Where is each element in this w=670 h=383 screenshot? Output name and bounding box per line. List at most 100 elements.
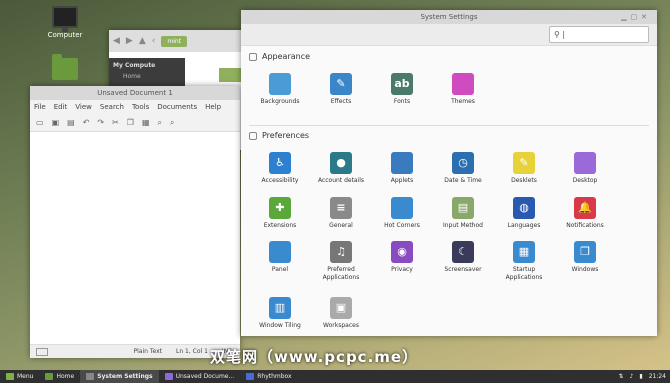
settings-tile-fonts[interactable]: ab Fonts [372,73,432,106]
taskbar-item-rhythmbox[interactable]: Rhythmbox [240,370,297,383]
privacy-icon: ◉ [391,241,413,263]
settings-tile-startup-applications[interactable]: ▦ Startup Applications [494,241,554,282]
volume-icon[interactable]: ♪ [630,373,634,380]
taskbar-item-label: Home [56,373,75,380]
taskbar-item-unsaved-docume[interactable]: Unsaved Docume... [159,370,241,383]
menu-button[interactable]: Menu [0,370,39,383]
settings-tile-label: Workspaces [323,322,359,329]
settings-tile-effects[interactable]: ✎ Effects [311,73,371,106]
settings-tile-account-details[interactable]: ● Account details [311,152,371,185]
settings-tile-workspaces[interactable]: ▣ Workspaces [311,297,371,330]
taskbar-item-system-settings[interactable]: System Settings [80,370,159,383]
menu-file[interactable]: File [34,103,46,111]
settings-tile-desklets[interactable]: ✎ Desklets [494,152,554,185]
toggle-path-icon[interactable]: ‹ [152,36,156,46]
effects-icon: ✎ [330,73,352,95]
settings-tile-label: Preferred Applications [322,266,360,281]
side-panel-toggle-icon[interactable] [36,347,48,356]
desktop-icon-home[interactable] [40,54,90,83]
settings-titlebar[interactable]: System Settings ▁▢✕ [241,10,657,24]
preferred-applications-icon: ♫ [330,241,352,263]
find-icon[interactable]: ⌕ [158,118,162,128]
path-button[interactable]: mint [161,35,188,47]
search-input[interactable]: ⚲ | [549,26,649,43]
maximize-icon[interactable]: ▢ [631,13,642,21]
settings-tile-label: Windows [571,266,599,273]
up-icon[interactable]: ▲ [139,36,146,46]
system-settings-window[interactable]: System Settings ▁▢✕ ⚲ | Appearance Backg… [241,10,657,336]
back-icon[interactable]: ◀ [113,36,120,46]
section-title: Appearance [262,52,311,61]
menu-help[interactable]: Help [205,103,221,111]
settings-tile-applets[interactable]: Applets [372,152,432,185]
save-icon[interactable]: ▤ [67,118,75,127]
settings-tile-label: Languages [507,222,541,229]
app-icon [164,373,173,380]
settings-tile-input-method[interactable]: ▤ Input Method [433,197,493,230]
settings-tile-label: Extensions [263,222,297,229]
editor-titlebar[interactable]: Unsaved Document 1 [30,86,240,100]
settings-tile-languages[interactable]: ◍ Languages [494,197,554,230]
new-document-icon[interactable]: ▭ [36,118,44,127]
settings-tile-screensaver[interactable]: ☾ Screensaver [433,241,493,274]
undo-icon[interactable]: ↶ [83,118,90,127]
section-appearance: Appearance [249,52,310,61]
sidebar-item-home[interactable]: Home [113,73,181,80]
settings-tile-privacy[interactable]: ◉ Privacy [372,241,432,274]
settings-tile-notifications[interactable]: 🔔 Notifications [555,197,615,230]
date-time-icon: ◷ [452,152,474,174]
paste-icon[interactable]: ▦ [142,118,150,127]
forward-icon[interactable]: ▶ [126,36,133,46]
desktop-icon [574,152,596,174]
language-selector[interactable]: Plain Text [134,348,162,355]
settings-tile-label: Privacy [391,266,413,273]
settings-tile-window-tiling[interactable]: ▥ Window Tiling [250,297,310,330]
open-icon[interactable]: ▣ [52,118,60,127]
menu-documents[interactable]: Documents [157,103,197,111]
accessibility-icon: ♿ [269,152,291,174]
menu-tools[interactable]: Tools [132,103,149,111]
copy-icon[interactable]: ❐ [127,118,134,127]
settings-tile-themes[interactable]: Themes [433,73,493,106]
menu-view[interactable]: View [75,103,92,111]
app-icon [45,373,54,380]
minimize-icon[interactable]: ▁ [621,13,630,21]
clock[interactable]: 21:24 [649,373,666,380]
replace-icon[interactable]: ⌕ [170,118,174,128]
settings-tile-label: Applets [390,177,414,184]
close-icon[interactable]: ✕ [641,13,651,21]
menu-edit[interactable]: Edit [54,103,68,111]
settings-tile-label: Input Method [443,222,483,229]
text-editor-window[interactable]: Unsaved Document 1 File Edit View Search… [30,86,240,358]
divider [249,125,649,126]
settings-tile-hot-corners[interactable]: Hot Corners [372,197,432,230]
editor-text-area[interactable] [30,132,240,344]
settings-tile-extensions[interactable]: ✚ Extensions [250,197,310,230]
menu-search[interactable]: Search [100,103,124,111]
settings-tile-backgrounds[interactable]: Backgrounds [250,73,310,106]
app-icon [86,373,95,380]
settings-tile-label: Date & Time [444,177,482,184]
desktop-icon-computer[interactable]: Computer [40,6,90,39]
cursor-position[interactable]: Ln 1, Col 1 [176,348,208,355]
settings-tile-accessibility[interactable]: ♿ Accessibility [250,152,310,185]
settings-tile-label: Window Tiling [259,322,301,329]
settings-tile-windows[interactable]: ❐ Windows [555,241,615,274]
battery-icon[interactable]: ▮ [639,373,642,380]
cut-icon[interactable]: ✂ [112,118,119,127]
settings-tile-date-time[interactable]: ◷ Date & Time [433,152,493,185]
app-icon [246,373,255,380]
notifications-icon: 🔔 [574,197,596,219]
settings-tile-label: Hot Corners [384,222,420,229]
folder-icon[interactable] [219,68,241,82]
settings-tile-general[interactable]: ≡ General [311,197,371,230]
taskbar-item-home[interactable]: Home [39,370,80,383]
settings-tile-preferred-applications[interactable]: ♫ Preferred Applications [311,241,371,282]
workspaces-icon: ▣ [330,297,352,319]
taskbar-item-label: Rhythmbox [257,373,292,380]
settings-tile-panel[interactable]: Panel [250,241,310,274]
redo-icon[interactable]: ↷ [97,118,104,127]
network-icon[interactable]: ⇅ [619,373,624,380]
settings-tile-label: Startup Applications [505,266,543,281]
settings-tile-desktop[interactable]: Desktop [555,152,615,185]
